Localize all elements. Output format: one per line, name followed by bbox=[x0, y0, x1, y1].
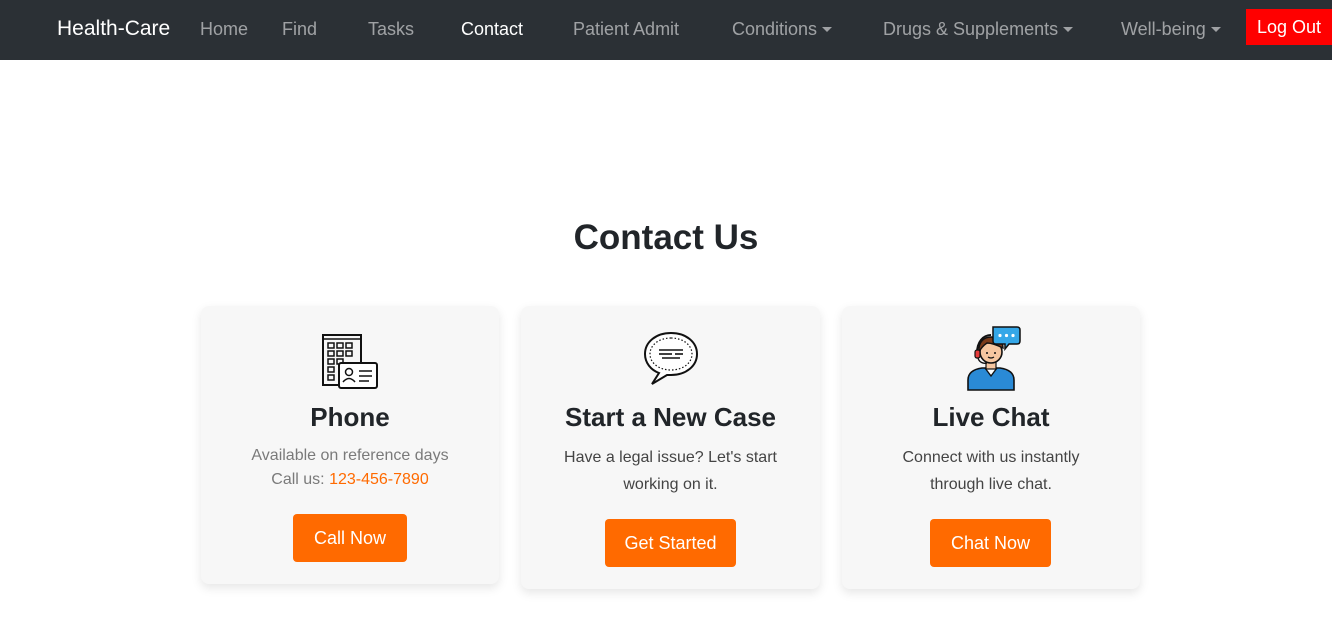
office-building-id-card-icon bbox=[320, 332, 380, 397]
nav-drugs-dropdown[interactable]: Drugs & Supplements bbox=[883, 19, 1074, 40]
brand-link[interactable]: Health-Care bbox=[57, 17, 170, 41]
new-case-text-line1: Have a legal issue? Let's start bbox=[564, 449, 777, 466]
nav-home[interactable]: Home bbox=[200, 19, 248, 40]
caret-down-icon bbox=[1063, 27, 1074, 32]
call-us-line: Call us: 123-456-7890 bbox=[201, 468, 499, 492]
contact-card-live-chat: Live Chat Connect with us instantly thro… bbox=[842, 306, 1140, 589]
navbar: Health-Care Home Find Tasks Contact Pati… bbox=[0, 0, 1332, 60]
chat-now-button[interactable]: Chat Now bbox=[930, 519, 1051, 567]
nav-tasks[interactable]: Tasks bbox=[368, 19, 414, 40]
card-text-new-case: Have a legal issue? Let's start working … bbox=[521, 444, 820, 498]
nav-find[interactable]: Find bbox=[282, 19, 317, 40]
nav-conditions-label: Conditions bbox=[732, 19, 818, 39]
card-title-phone: Phone bbox=[310, 402, 390, 432]
nav-conditions-dropdown[interactable]: Conditions bbox=[732, 19, 833, 40]
contact-card-phone: Phone Available on reference days Call u… bbox=[201, 306, 499, 584]
card-title-live-chat: Live Chat bbox=[932, 402, 1050, 432]
call-us-label: Call us: bbox=[271, 471, 325, 488]
availability-text: Available on reference days bbox=[251, 447, 449, 464]
nav-wellbeing-dropdown[interactable]: Well-being bbox=[1121, 19, 1221, 40]
nav-wellbeing-label: Well-being bbox=[1121, 19, 1206, 39]
live-chat-text-line1: Connect with us instantly bbox=[902, 449, 1080, 466]
card-title-new-case: Start a New Case bbox=[565, 402, 776, 432]
caret-down-icon bbox=[822, 27, 833, 32]
caret-down-icon bbox=[1210, 27, 1221, 32]
new-case-text-line2: working on it. bbox=[623, 476, 718, 493]
support-agent-chat-icon bbox=[960, 324, 1022, 397]
phone-number[interactable]: 123-456-7890 bbox=[329, 471, 429, 488]
page-title: Contact Us bbox=[573, 218, 759, 257]
logout-button[interactable]: Log Out bbox=[1246, 9, 1332, 45]
contact-card-new-case: Start a New Case Have a legal issue? Let… bbox=[521, 306, 820, 589]
nav-patient-admit[interactable]: Patient Admit bbox=[573, 19, 679, 40]
card-text-phone: Available on reference days Call us: 123… bbox=[201, 444, 499, 492]
nav-drugs-label: Drugs & Supplements bbox=[883, 19, 1059, 39]
call-now-button[interactable]: Call Now bbox=[293, 514, 407, 562]
get-started-button[interactable]: Get Started bbox=[605, 519, 736, 567]
card-text-live-chat: Connect with us instantly through live c… bbox=[842, 444, 1140, 498]
live-chat-text-line2: through live chat. bbox=[930, 476, 1052, 493]
nav-contact[interactable]: Contact bbox=[461, 19, 523, 40]
speech-bubble-icon bbox=[642, 330, 700, 393]
